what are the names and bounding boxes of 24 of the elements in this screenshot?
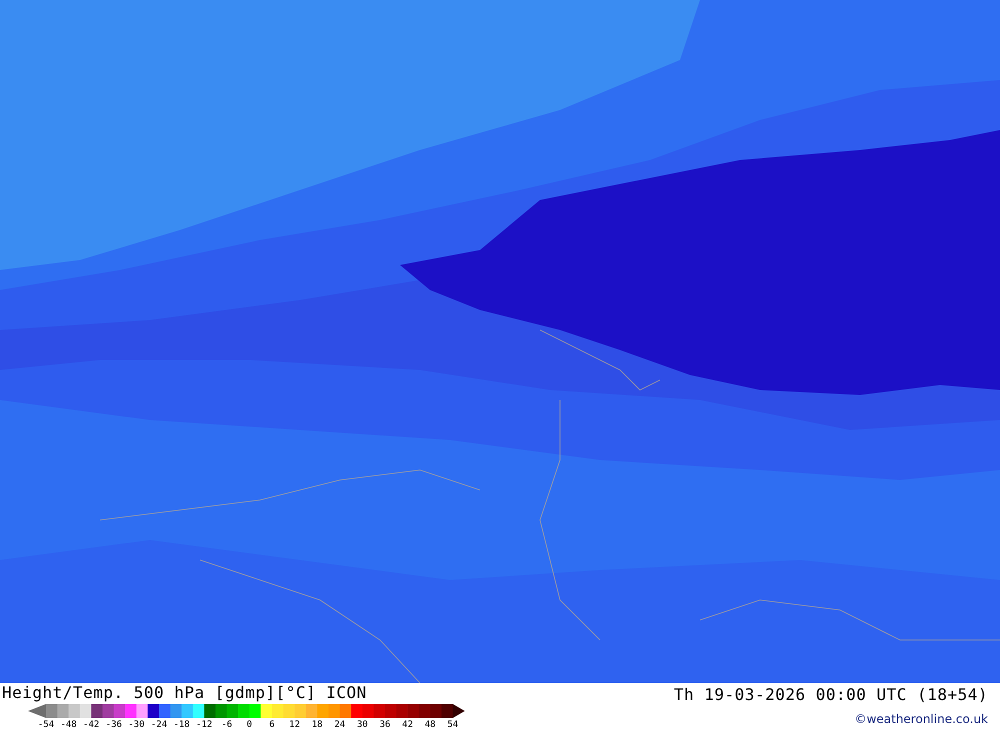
scale-tick-label: 12 xyxy=(289,719,300,731)
scale-tick-label: -24 xyxy=(150,719,168,731)
scale-tick-label: 0 xyxy=(246,719,252,731)
scale-tick-label: -36 xyxy=(106,719,122,731)
scale-end-arrow-icon xyxy=(28,704,46,718)
valid-time: Th 19-03-2026 00:00 UTC (18+54) xyxy=(674,684,988,706)
scale-tick-label: -54 xyxy=(38,719,54,731)
credit-text: ©weatheronline.co.uk xyxy=(854,711,988,727)
scale-tick-label: 6 xyxy=(269,719,275,731)
scale-end-arrow-icon xyxy=(452,704,465,718)
scale-tick-label: -18 xyxy=(173,719,190,731)
scale-tick-label: -30 xyxy=(128,719,145,731)
scale-tick-label: -6 xyxy=(221,719,232,731)
scale-tick-label: 24 xyxy=(334,719,346,731)
scale-tick-label: 48 xyxy=(424,719,436,731)
scale-tick-label: -48 xyxy=(60,719,77,731)
scale-tick-label: 42 xyxy=(402,719,414,731)
scale-tick-label: -42 xyxy=(83,719,100,731)
scale-tick-label: 30 xyxy=(356,719,368,731)
scale-tick-label: -12 xyxy=(196,719,212,731)
map-title: Height/Temp. 500 hPa [gdmp][°C] ICON xyxy=(2,683,368,703)
scale-tick-label: 54 xyxy=(447,719,458,731)
scale-tick-label: 18 xyxy=(312,719,323,731)
scale-tick-label: 36 xyxy=(380,719,390,731)
